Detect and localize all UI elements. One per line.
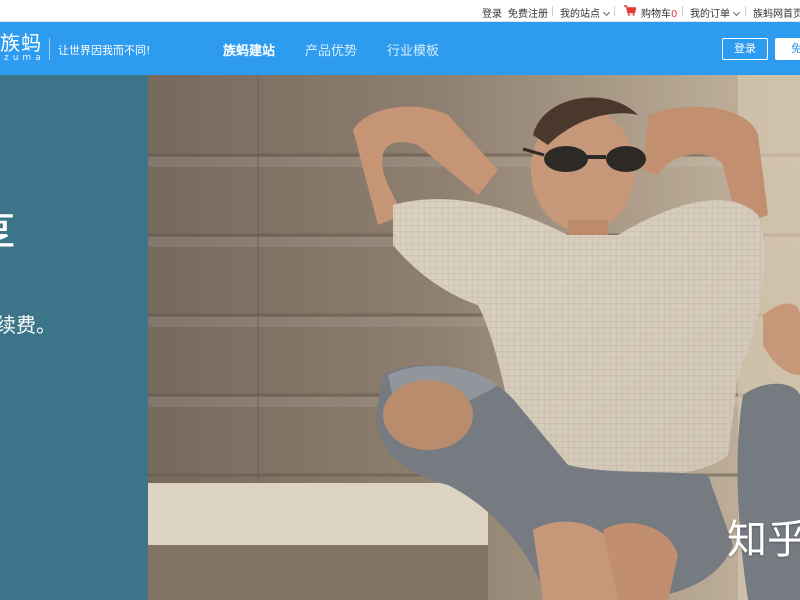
login-button[interactable]: 登录 — [722, 38, 768, 60]
main-navbar: 族蚂 zuma 让世界因我而不同! 族蚂建站 产品优势 行业模板 登录 免费 — [0, 22, 800, 75]
hero-subtext: 手续费。 — [0, 313, 56, 337]
my-orders-menu[interactable]: 我的订单 — [690, 5, 741, 20]
my-site-menu[interactable]: 我的站点 — [560, 5, 611, 20]
logo-text: 族蚂 — [0, 31, 42, 55]
hero-banner: 享 手续费。 — [0, 75, 800, 600]
topbar-login-link[interactable]: 登录 — [482, 5, 502, 20]
my-orders-label: 我的订单 — [690, 9, 730, 20]
cart-link[interactable]: 购物车0 — [641, 5, 677, 20]
divider — [745, 6, 746, 16]
divider — [49, 38, 50, 60]
my-site-label: 我的站点 — [560, 9, 600, 20]
topbar-register-link[interactable]: 免费注册 — [508, 5, 548, 20]
divider — [614, 6, 615, 16]
photo-watermark-caption: 知乎 — [727, 517, 800, 563]
divider — [682, 6, 683, 16]
nav-link-site-builder[interactable]: 族蚂建站 — [223, 40, 275, 59]
slogan: 让世界因我而不同! — [58, 44, 151, 57]
hero-headline: 享 — [0, 207, 16, 263]
chevron-down-icon — [732, 8, 741, 17]
chevron-down-icon — [602, 8, 611, 17]
register-button[interactable]: 免费 — [775, 38, 800, 60]
nav-link-templates[interactable]: 行业模板 — [387, 40, 439, 59]
hero-photo-illustration — [148, 75, 800, 600]
divider — [552, 6, 553, 16]
home-link[interactable]: 族蚂网首页 — [753, 5, 800, 20]
hero-photo — [148, 75, 800, 600]
cart-icon[interactable] — [624, 5, 636, 16]
hero-text-panel: 享 手续费。 — [0, 75, 148, 600]
top-utility-bar: 登录 免费注册 我的站点 购物车0 我的订单 族蚂网首页 — [0, 0, 800, 22]
logo[interactable]: 族蚂 zuma — [0, 31, 42, 63]
cart-count-badge: 0 — [671, 9, 678, 20]
logo-subtext: zuma — [4, 53, 45, 63]
nav-link-advantages[interactable]: 产品优势 — [305, 40, 357, 59]
cart-label: 购物车 — [641, 9, 671, 20]
